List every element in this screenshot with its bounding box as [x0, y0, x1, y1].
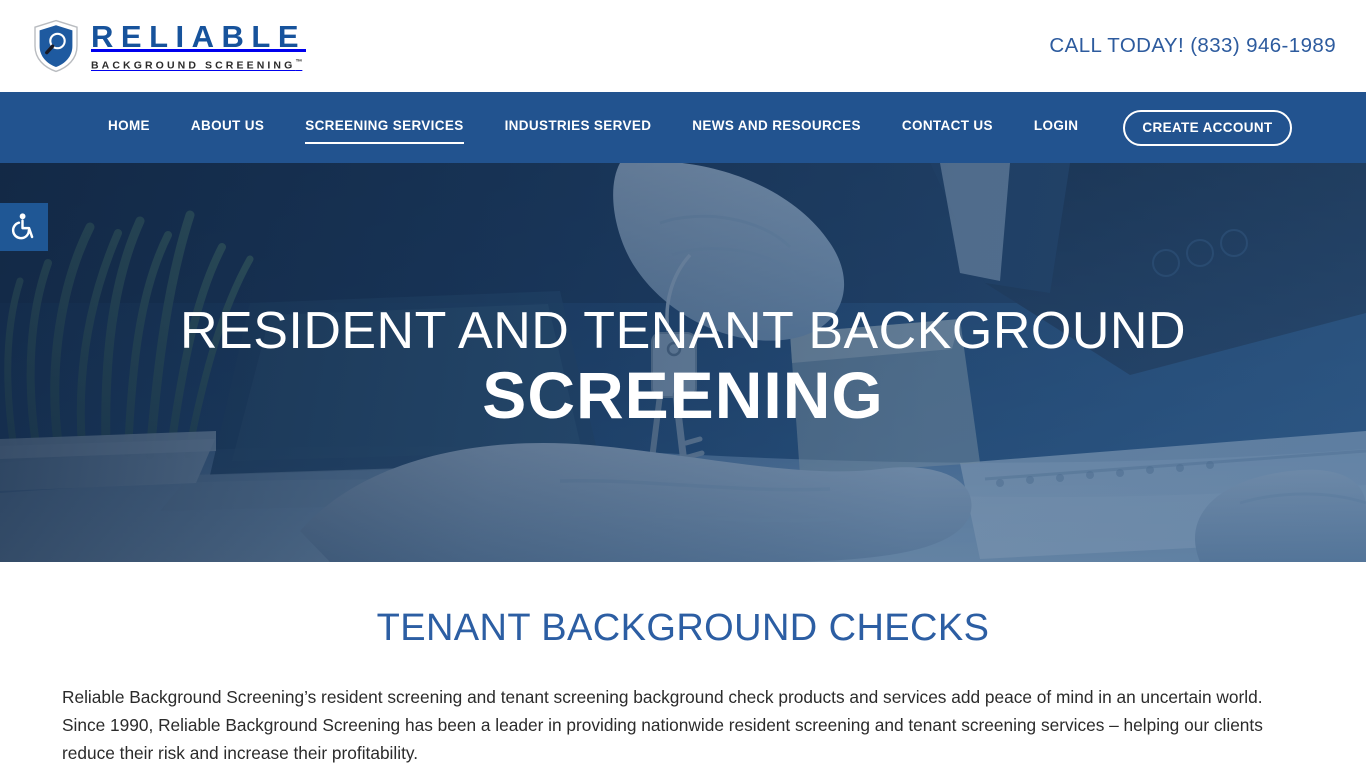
phone-number[interactable]: (833) 946-1989: [1190, 34, 1336, 57]
nav-item-login[interactable]: LOGIN: [1034, 118, 1079, 138]
nav-item-home[interactable]: HOME: [108, 118, 150, 138]
header-phone[interactable]: CALL TODAY! (833) 946-1989: [1049, 34, 1336, 58]
create-account-button[interactable]: CREATE ACCOUNT: [1123, 109, 1292, 146]
site-logo[interactable]: RELIABLE BACKGROUND SCREENING™: [33, 19, 306, 73]
hero-banner: RESIDENT AND TENANT BACKGROUND SCREENING: [0, 163, 1366, 562]
wheelchair-accessibility-icon[interactable]: [0, 203, 48, 251]
logo-wordmark: RELIABLE: [91, 19, 306, 54]
intro-paragraph: Reliable Background Screening’s resident…: [62, 686, 1263, 763]
phone-call-label: CALL TODAY!: [1049, 34, 1185, 57]
nav-item-screening-services[interactable]: SCREENING SERVICES: [305, 118, 464, 144]
nav-list: HOME ABOUT US SCREENING SERVICES INDUSTR…: [108, 118, 1119, 144]
hero-text-block: RESIDENT AND TENANT BACKGROUND SCREENING: [0, 163, 1366, 562]
hero-title-line-1: RESIDENT AND TENANT BACKGROUND: [179, 301, 1187, 360]
nav-item-contact-us[interactable]: CONTACT US: [902, 118, 993, 138]
nav-item-industries-served[interactable]: INDUSTRIES SERVED: [505, 118, 652, 138]
nav-item-about-us[interactable]: ABOUT US: [191, 118, 264, 138]
site-header: RELIABLE BACKGROUND SCREENING™ CALL TODA…: [0, 0, 1366, 92]
logo-tagline: BACKGROUND SCREENING™: [91, 59, 303, 72]
main-navigation: HOME ABOUT US SCREENING SERVICES INDUSTR…: [0, 92, 1366, 163]
shield-magnifier-icon: [33, 19, 79, 73]
hero-title-line-2: SCREENING: [482, 358, 884, 433]
page-title: TENANT BACKGROUND CHECKS: [376, 607, 990, 649]
nav-item-news-and-resources[interactable]: NEWS AND RESOURCES: [692, 118, 861, 138]
trademark-symbol: ™: [295, 59, 303, 66]
main-content: TENANT BACKGROUND CHECKS Reliable Backgr…: [0, 562, 1366, 767]
